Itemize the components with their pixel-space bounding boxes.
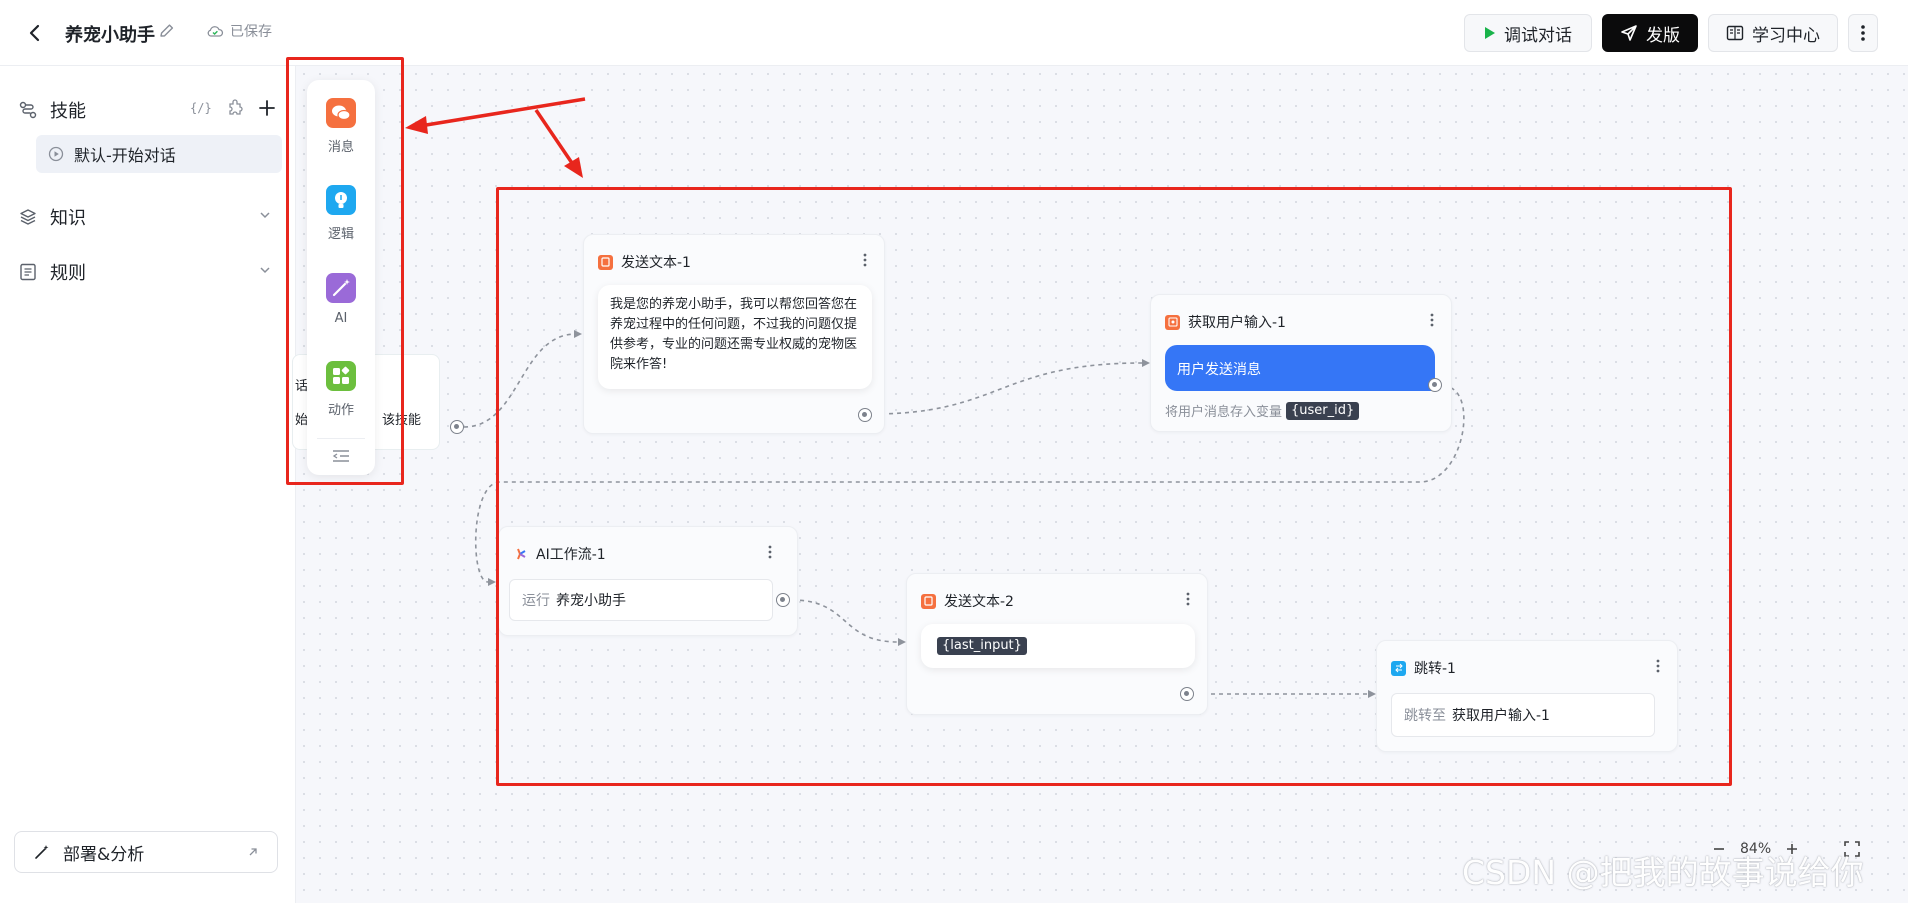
watermark: CSDN @把我的故事说给你 [1462, 853, 1864, 892]
annotation-arrows [405, 97, 586, 178]
